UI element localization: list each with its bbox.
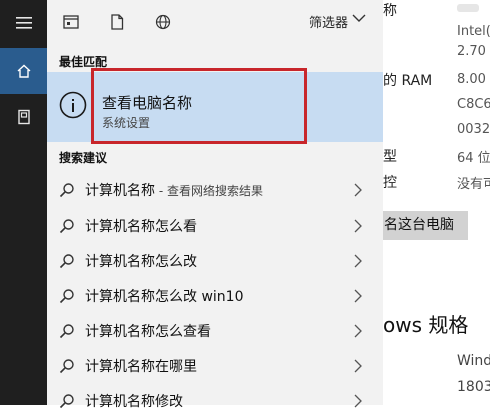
suggestion-item[interactable]: 计算机名称怎么看 [47,208,383,244]
suggestion-label: 计算机名称怎么查看 [85,324,211,340]
globe-icon [155,14,171,30]
hamburger-icon [15,17,32,29]
start-rail [0,0,47,405]
search-icon [59,394,74,409]
suggestion-label: 计算机名称怎么改 win10 [85,289,244,305]
chevron-right-icon[interactable] [353,254,363,268]
suggestion-item[interactable]: 计算机名称在哪里 [47,348,383,384]
suggestion-label: 计算机名称在哪里 [85,359,197,375]
windows-spec-heading: ows 规格 [383,313,469,337]
search-icon [59,254,74,269]
web-filter-button[interactable] [153,12,173,32]
setting-value: Intel( [457,24,490,39]
chevron-right-icon[interactable] [353,359,363,373]
suggestion-label: 计算机名称怎么看 [85,219,197,235]
info-icon [59,91,87,119]
suggestion-label: 计算机名称怎么改 [85,254,197,270]
search-icon [59,359,74,374]
suggestion-item[interactable]: 计算机名称怎么改 win10 [47,278,383,314]
chevron-right-icon[interactable] [353,183,363,197]
setting-label: 称 [383,3,397,19]
search-suggestions-heading: 搜索建议 [59,151,108,165]
setting-label: 型 [383,149,397,165]
suggestion-label: 计算机名称修改 [85,394,183,410]
notebook-button[interactable] [0,94,47,140]
suggestion-item[interactable]: 计算机名称怎么改 [47,243,383,279]
home-icon [17,64,30,78]
search-icon [59,289,74,304]
suggestion-item[interactable]: 计算机名称修改 [47,383,383,419]
chevron-down-icon[interactable] [352,11,366,25]
apps-filter-button[interactable] [61,12,81,32]
setting-value: 2.70 G [457,44,490,59]
blurred-value [457,4,479,12]
search-toolbar: 筛选器 [47,0,383,44]
setting-label: 的 RAM [383,73,433,89]
suggestion-label: 计算机名称 [85,183,155,199]
system-settings-background: 称 Intel( 2.70 G 的 RAM 8.00 G C8C6 0032 型… [383,0,490,405]
spec-value: Wind [457,353,490,369]
hamburger-menu-button[interactable] [0,0,47,46]
search-icon [59,183,74,198]
notebook-icon [17,109,30,125]
setting-value: 0032 [457,122,490,137]
rename-pc-button[interactable]: 名这台电脑 [383,211,468,240]
chevron-right-icon[interactable] [353,219,363,233]
search-results-panel: 筛选器 最佳匹配 查看电脑名称 系统设置 搜索建议 计算机名称 - 查看网络搜索… [47,0,383,410]
suggestion-item[interactable]: 计算机名称 - 查看网络搜索结果 [47,172,383,208]
spec-value: 1803 [457,379,490,395]
filter-dropdown[interactable]: 筛选器 [309,12,348,31]
app-window-icon [63,15,79,29]
setting-value: C8C6 [457,97,490,112]
setting-value: 8.00 G [457,72,490,87]
chevron-right-icon[interactable] [353,394,363,408]
suggestion-item[interactable]: 计算机名称怎么查看 [47,313,383,349]
search-icon [59,219,74,234]
setting-value: 没有可 [457,177,490,192]
setting-label: 控 [383,175,397,191]
setting-value: 64 位 [457,151,490,166]
suggestion-hint: - 查看网络搜索结果 [155,184,263,198]
document-icon [111,14,124,30]
home-button[interactable] [0,48,47,94]
chevron-right-icon[interactable] [353,324,363,338]
chevron-right-icon[interactable] [353,289,363,303]
search-icon [59,324,74,339]
documents-filter-button[interactable] [107,12,127,32]
highlight-annotation [91,68,307,144]
